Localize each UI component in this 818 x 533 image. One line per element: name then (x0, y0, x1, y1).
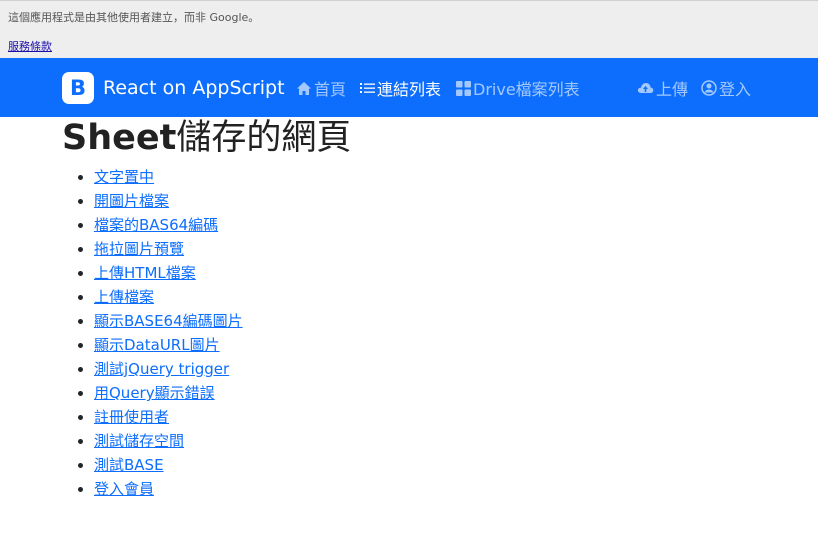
main-content: Sheet儲存的網頁 文字置中 開圖片檔案 檔案的BAS64編碼 拖拉圖片預覽 … (0, 117, 818, 501)
nav-item-label: 連結列表 (377, 80, 442, 99)
brand-name: React on AppScript (103, 77, 285, 99)
navbar-brand[interactable]: B React on AppScript (62, 72, 285, 104)
nav-item-link-list[interactable]: 連結列表 (360, 76, 441, 100)
list-icon (360, 81, 375, 95)
nav-item-home[interactable]: 首頁 (296, 76, 346, 100)
bootstrap-logo-icon: B (62, 72, 94, 104)
list-item: 檔案的BAS64編碼 (94, 213, 818, 237)
list-item: 顯示BASE64編碼圖片 (94, 309, 818, 333)
list-item: 文字置中 (94, 165, 818, 189)
page-title: Sheet儲存的網頁 (62, 117, 818, 159)
nav-item-label: 登入 (719, 80, 752, 99)
page-title-bold: Sheet (62, 118, 177, 158)
list-item: 開圖片檔案 (94, 189, 818, 213)
home-icon (296, 81, 312, 96)
list-item: 拖拉圖片預覽 (94, 237, 818, 261)
saved-page-link[interactable]: 用Query顯示錯誤 (94, 384, 215, 402)
nav-item-label: 首頁 (314, 80, 347, 99)
saved-page-link[interactable]: 拖拉圖片預覽 (94, 240, 184, 258)
grid-icon (456, 80, 471, 96)
saved-page-link[interactable]: 開圖片檔案 (94, 192, 169, 210)
saved-page-link[interactable]: 顯示DataURL圖片 (94, 336, 220, 354)
saved-page-link[interactable]: 登入會員 (94, 480, 154, 498)
cloud-upload-icon (637, 81, 654, 95)
saved-page-link[interactable]: 檔案的BAS64編碼 (94, 216, 218, 234)
google-apps-script-banner: 這個應用程式是由其他使用者建立，而非 Google。 服務條款 (0, 0, 818, 58)
top-navbar: B React on AppScript 首頁 連結列表 Drive檔案列表 上… (0, 58, 818, 117)
list-item: 測試儲存空間 (94, 429, 818, 453)
list-item: 測試jQuery trigger (94, 357, 818, 381)
list-item: 顯示DataURL圖片 (94, 333, 818, 357)
nav-item-login[interactable]: 登入 (701, 76, 751, 100)
saved-pages-list: 文字置中 開圖片檔案 檔案的BAS64編碼 拖拉圖片預覽 上傳HTML檔案 上傳… (62, 165, 818, 501)
list-item: 測試BASE (94, 453, 818, 477)
third-party-notice: 這個應用程式是由其他使用者建立，而非 Google。 (8, 11, 260, 24)
nav-item-upload[interactable]: 上傳 (637, 76, 688, 100)
saved-page-link[interactable]: 上傳檔案 (94, 288, 154, 306)
nav-item-drive-files[interactable]: Drive檔案列表 (456, 76, 580, 100)
saved-page-link[interactable]: 測試jQuery trigger (94, 360, 229, 378)
nav-item-label: 上傳 (656, 80, 689, 99)
saved-page-link[interactable]: 測試BASE (94, 456, 164, 474)
saved-page-link[interactable]: 測試儲存空間 (94, 432, 184, 450)
saved-page-link[interactable]: 註冊使用者 (94, 408, 169, 426)
list-item: 用Query顯示錯誤 (94, 381, 818, 405)
list-item: 註冊使用者 (94, 405, 818, 429)
list-item: 上傳HTML檔案 (94, 261, 818, 285)
page-title-rest: 儲存的網頁 (176, 118, 352, 158)
list-item: 登入會員 (94, 477, 818, 501)
saved-page-link[interactable]: 文字置中 (94, 168, 154, 186)
saved-page-link[interactable]: 顯示BASE64編碼圖片 (94, 312, 243, 330)
user-circle-icon (701, 80, 717, 96)
nav-item-label: Drive檔案列表 (473, 80, 580, 99)
list-item: 上傳檔案 (94, 285, 818, 309)
saved-page-link[interactable]: 上傳HTML檔案 (94, 264, 196, 282)
terms-of-service-link[interactable]: 服務條款 (8, 38, 52, 54)
